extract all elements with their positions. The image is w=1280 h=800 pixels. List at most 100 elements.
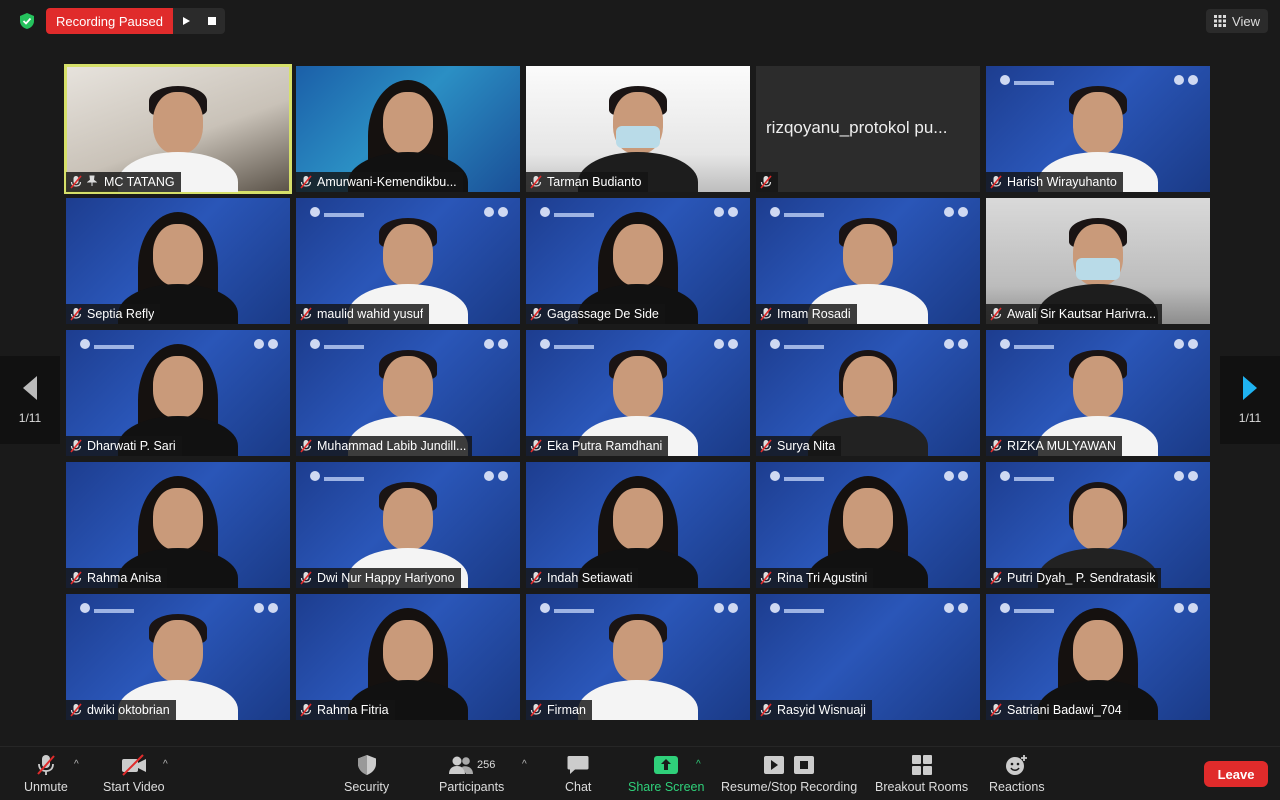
microphone-muted-icon	[70, 175, 82, 189]
participant-name-tag: Eka Putra Ramdhani	[526, 436, 669, 456]
participant-name-tag: Rahma Fitria	[296, 700, 395, 720]
microphone-muted-icon	[990, 175, 1002, 189]
security-button[interactable]: Security	[344, 753, 389, 794]
participant-tile[interactable]: Gagassage De Side	[526, 198, 750, 324]
participant-name: Dwi Nur Happy Hariyono	[317, 571, 455, 585]
participant-tile[interactable]: Imam Rosadi	[756, 198, 980, 324]
grid-view-icon	[1214, 15, 1227, 27]
start-video-button[interactable]: Start Video	[103, 753, 165, 794]
microphone-muted-icon	[530, 439, 542, 453]
audio-options-caret-icon[interactable]: ^	[74, 759, 79, 770]
participants-button[interactable]: 256 Participants	[439, 753, 504, 794]
microphone-muted-icon	[760, 571, 772, 585]
leave-meeting-button[interactable]: Leave	[1204, 761, 1268, 787]
participant-name: Putri Dyah_ P. Sendratasik	[1007, 571, 1156, 585]
participant-name: maulid wahid yusuf	[317, 307, 424, 321]
stop-icon	[207, 17, 216, 25]
participant-name-tag: Awali Sir Kautsar Harivra...	[986, 304, 1163, 324]
participant-name: Eka Putra Ramdhani	[547, 439, 663, 453]
microphone-muted-icon	[530, 175, 542, 189]
resume-stop-recording-button[interactable]: Resume/Stop Recording	[721, 753, 857, 794]
share-screen-button[interactable]: Share Screen	[628, 753, 704, 794]
participant-tile[interactable]: rizqoyanu_protokol pu...	[756, 66, 980, 192]
participant-name-tag: Imam Rosadi	[756, 304, 857, 324]
participant-tile[interactable]: Rahma Fitria	[296, 594, 520, 720]
participant-name-tag: Firman	[526, 700, 592, 720]
participant-display-name: rizqoyanu_protokol pu...	[766, 118, 948, 137]
stop-recording-button[interactable]	[198, 8, 225, 34]
participant-tile[interactable]: Muhammad Labib Jundill...	[296, 330, 520, 456]
participant-tile[interactable]: Rina Tri Agustini	[756, 462, 980, 588]
participant-name-tag: Surya Nita	[756, 436, 842, 456]
participant-tile[interactable]: Awali Sir Kautsar Harivra...	[986, 198, 1210, 324]
resume-stop-recording-label: Resume/Stop Recording	[721, 780, 858, 794]
play-icon	[764, 756, 785, 774]
participant-name-tag: Amurwani-Kemendikbu...	[296, 172, 463, 192]
previous-page-button[interactable]: 1/11	[0, 356, 60, 444]
unmute-button[interactable]: Unmute	[24, 753, 68, 794]
view-button[interactable]: View	[1206, 9, 1268, 33]
participant-tile[interactable]: Amurwani-Kemendikbu...	[296, 66, 520, 192]
participant-tile[interactable]: RIZKA MULYAWAN	[986, 330, 1210, 456]
participant-name-tag: Rahma Anisa	[66, 568, 168, 588]
resume-recording-button[interactable]	[172, 8, 199, 34]
participants-options-caret-icon[interactable]: ^	[522, 759, 527, 770]
play-icon	[182, 17, 190, 25]
participant-tile[interactable]: Surya Nita	[756, 330, 980, 456]
microphone-muted-icon	[760, 307, 772, 321]
microphone-muted-icon	[990, 307, 1002, 321]
share-screen-label: Share Screen	[628, 780, 705, 794]
participant-name: Dharwati P. Sari	[87, 439, 176, 453]
participants-icon	[448, 756, 473, 774]
chat-button[interactable]: Chat	[565, 753, 591, 794]
participant-tile[interactable]: Harish Wirayuhanto	[986, 66, 1210, 192]
breakout-rooms-label: Breakout Rooms	[875, 780, 969, 794]
share-options-caret-icon[interactable]: ^	[696, 759, 701, 770]
participant-tile[interactable]: Tarman Budianto	[526, 66, 750, 192]
participant-name-tag: Indah Setiawati	[526, 568, 639, 588]
reactions-button[interactable]: Reactions	[989, 753, 1045, 794]
participant-tile[interactable]: Dharwati P. Sari	[66, 330, 290, 456]
chat-bubble-icon	[567, 756, 589, 774]
participant-name: Amurwani-Kemendikbu...	[317, 175, 457, 189]
participant-tile[interactable]: Eka Putra Ramdhani	[526, 330, 750, 456]
participant-tile[interactable]: Dwi Nur Happy Hariyono	[296, 462, 520, 588]
participant-name-tag: RIZKA MULYAWAN	[986, 436, 1123, 456]
meeting-toolbar: Unmute ^ Start Video ^ Security 256 Part…	[0, 746, 1280, 800]
chat-label: Chat	[565, 780, 592, 794]
microphone-muted-icon	[530, 703, 542, 717]
page-indicator-left: 1/11	[18, 411, 42, 425]
next-page-button[interactable]: 1/11	[1220, 356, 1280, 444]
unmute-label: Unmute	[24, 780, 68, 794]
recording-status-pill: Recording Paused	[46, 8, 225, 34]
participant-name-tag: Muhammad Labib Jundill...	[296, 436, 473, 456]
participant-name-tag: maulid wahid yusuf	[296, 304, 430, 324]
microphone-muted-icon	[990, 439, 1002, 453]
participant-tile[interactable]: Indah Setiawati	[526, 462, 750, 588]
participant-name: Surya Nita	[777, 439, 836, 453]
recording-status-label: Recording Paused	[46, 8, 173, 34]
participant-tile[interactable]: Rasyid Wisnuaji	[756, 594, 980, 720]
participant-tile[interactable]: dwiki oktobrian	[66, 594, 290, 720]
arrow-right-icon	[1243, 376, 1257, 400]
participant-tile[interactable]: Septia Refly	[66, 198, 290, 324]
microphone-muted-icon	[70, 703, 82, 717]
slide-logos	[770, 600, 968, 618]
start-video-label: Start Video	[103, 780, 165, 794]
security-shield-icon	[357, 755, 376, 775]
participant-name-tag: Dwi Nur Happy Hariyono	[296, 568, 461, 588]
participant-name: Satriani Badawi_704	[1007, 703, 1122, 717]
microphone-muted-icon	[300, 703, 312, 717]
video-options-caret-icon[interactable]: ^	[163, 759, 168, 770]
participant-tile[interactable]: MC TATANG	[64, 64, 292, 194]
participant-video-feed	[578, 602, 698, 720]
participant-tile[interactable]: Rahma Anisa	[66, 462, 290, 588]
participant-tile[interactable]: Putri Dyah_ P. Sendratasik	[986, 462, 1210, 588]
security-label: Security	[344, 780, 390, 794]
microphone-muted-icon	[70, 307, 82, 321]
participant-tile[interactable]: Satriani Badawi_704	[986, 594, 1210, 720]
participant-tile[interactable]: Firman	[526, 594, 750, 720]
security-shield-icon[interactable]	[14, 10, 40, 32]
participant-tile[interactable]: maulid wahid yusuf	[296, 198, 520, 324]
breakout-rooms-button[interactable]: Breakout Rooms	[875, 753, 968, 794]
